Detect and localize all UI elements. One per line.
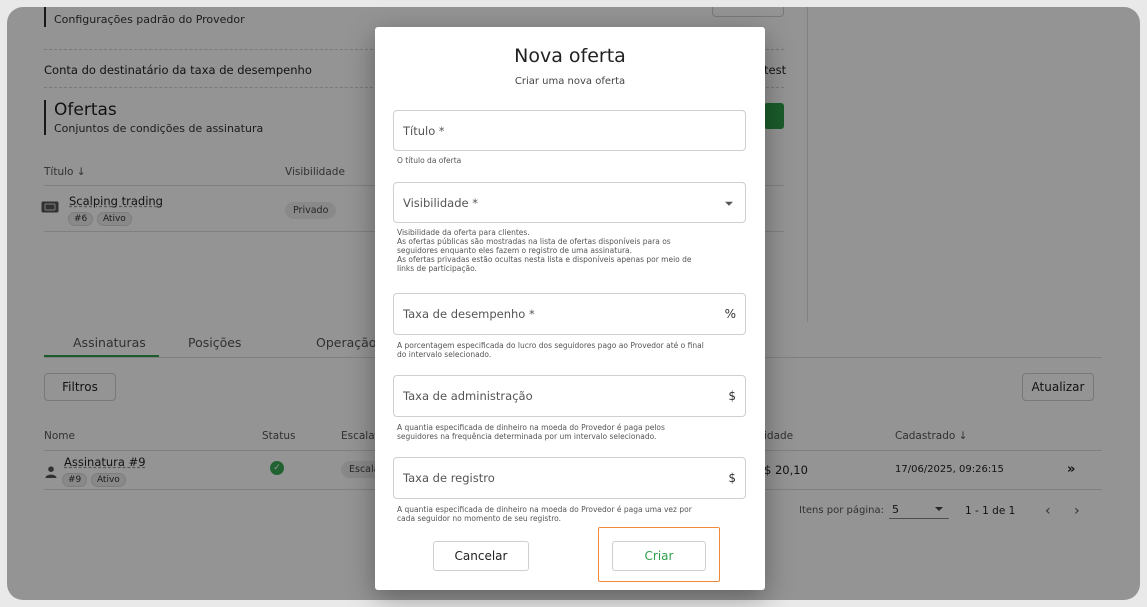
- management-fee-helper: A quantia especificada de dinheiro na mo…: [397, 423, 737, 441]
- management-fee-helper-line: A quantia especificada de dinheiro na mo…: [397, 423, 665, 432]
- registration-fee-helper-line: A quantia especificada de dinheiro na mo…: [397, 505, 692, 514]
- performance-fee-input[interactable]: Taxa de desempenho * %: [393, 293, 746, 335]
- visibility-label: Visibilidade *: [403, 195, 479, 210]
- title-input[interactable]: Título *: [393, 110, 746, 151]
- visibility-helper-line: links de participação.: [397, 264, 477, 273]
- registration-fee-label: Taxa de registro: [403, 471, 495, 485]
- visibility-select[interactable]: Visibilidade *: [393, 182, 746, 223]
- registration-fee-helper: A quantia especificada de dinheiro na mo…: [397, 505, 737, 523]
- performance-fee-helper-line: do intervalo selecionado.: [397, 350, 492, 359]
- dialog-subtitle: Criar uma nova oferta: [514, 76, 626, 87]
- chevron-down-icon: [725, 201, 733, 206]
- performance-fee-label: Taxa de desempenho *: [403, 307, 535, 321]
- visibility-helper-line: seguidores enquanto eles fazem o registr…: [397, 246, 633, 255]
- management-fee-label: Taxa de administração: [403, 389, 533, 403]
- new-offer-dialog: Nova oferta Criar uma nova oferta Título…: [375, 27, 765, 590]
- visibility-helper: Visibilidade da oferta para clientes. As…: [397, 228, 737, 273]
- visibility-helper-line: As ofertas privadas estão ocultas nesta …: [397, 255, 692, 264]
- visibility-helper-line: Visibilidade da oferta para clientes.: [397, 228, 530, 237]
- title-helper: O título da oferta: [397, 156, 462, 165]
- management-fee-helper-line: seguidores na frequência determinada por…: [397, 432, 657, 441]
- management-fee-input[interactable]: Taxa de administração $: [393, 375, 746, 417]
- percent-suffix: %: [724, 307, 736, 321]
- registration-fee-helper-line: cada seguidor no momento de seu registro…: [397, 514, 562, 523]
- performance-fee-helper: A porcentagem especificada do lucro dos …: [397, 341, 737, 359]
- registration-fee-input[interactable]: Taxa de registro $: [393, 457, 746, 499]
- title-label: Título *: [403, 123, 445, 138]
- cancel-button[interactable]: Cancelar: [433, 541, 529, 571]
- dialog-title: Nova oferta: [514, 45, 626, 67]
- dollar-suffix: $: [728, 389, 736, 403]
- create-button[interactable]: Criar: [612, 541, 706, 571]
- visibility-helper-line: As ofertas públicas são mostradas na lis…: [397, 237, 671, 246]
- dollar-suffix: $: [728, 471, 736, 485]
- performance-fee-helper-line: A porcentagem especificada do lucro dos …: [397, 341, 704, 350]
